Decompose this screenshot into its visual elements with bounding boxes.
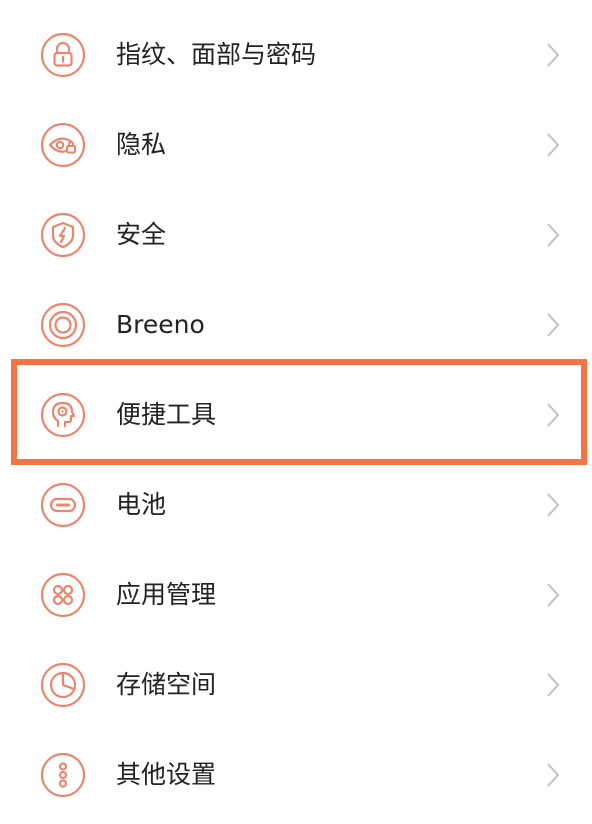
settings-list: 指纹、面部与密码 隐私 安全 Breeno 便捷工具 电池 应用管理 存储空间 … [0,0,592,824]
settings-item-battery[interactable]: 电池 [0,460,592,550]
chevron-right-icon [546,492,560,518]
pie-chart-icon [40,662,86,708]
settings-item-label: 便捷工具 [116,400,217,429]
chevron-right-icon [546,222,560,248]
settings-item-label: 其他设置 [116,760,217,789]
chevron-right-icon [546,672,560,698]
chevron-right-icon [546,402,560,428]
settings-item-breeno[interactable]: Breeno [0,280,592,370]
breeno-ring-icon [40,302,86,348]
chevron-right-icon [546,42,560,68]
settings-item-label: 安全 [116,220,167,249]
eye-lock-icon [40,122,86,168]
chevron-right-icon [546,762,560,788]
settings-item-storage[interactable]: 存储空间 [0,640,592,730]
settings-item-label: 指纹、面部与密码 [116,40,317,69]
settings-item-label: 存储空间 [116,670,217,699]
settings-item-app-management[interactable]: 应用管理 [0,550,592,640]
settings-item-fingerprint-face-password[interactable]: 指纹、面部与密码 [0,10,592,100]
head-gear-icon [40,392,86,438]
app-grid-icon [40,572,86,618]
chevron-right-icon [546,582,560,608]
settings-item-convenience-tools[interactable]: 便捷工具 [0,370,592,460]
settings-item-security[interactable]: 安全 [0,190,592,280]
settings-item-label: 应用管理 [116,580,217,609]
settings-item-privacy[interactable]: 隐私 [0,100,592,190]
shield-bolt-icon [40,212,86,258]
settings-item-label: 隐私 [116,130,167,159]
chevron-right-icon [546,132,560,158]
battery-icon [40,482,86,528]
dots-icon [40,752,86,798]
lock-icon [40,32,86,78]
chevron-right-icon [546,312,560,338]
settings-item-label: Breeno [116,310,205,339]
settings-item-other-settings[interactable]: 其他设置 [0,730,592,820]
settings-item-label: 电池 [116,490,167,519]
